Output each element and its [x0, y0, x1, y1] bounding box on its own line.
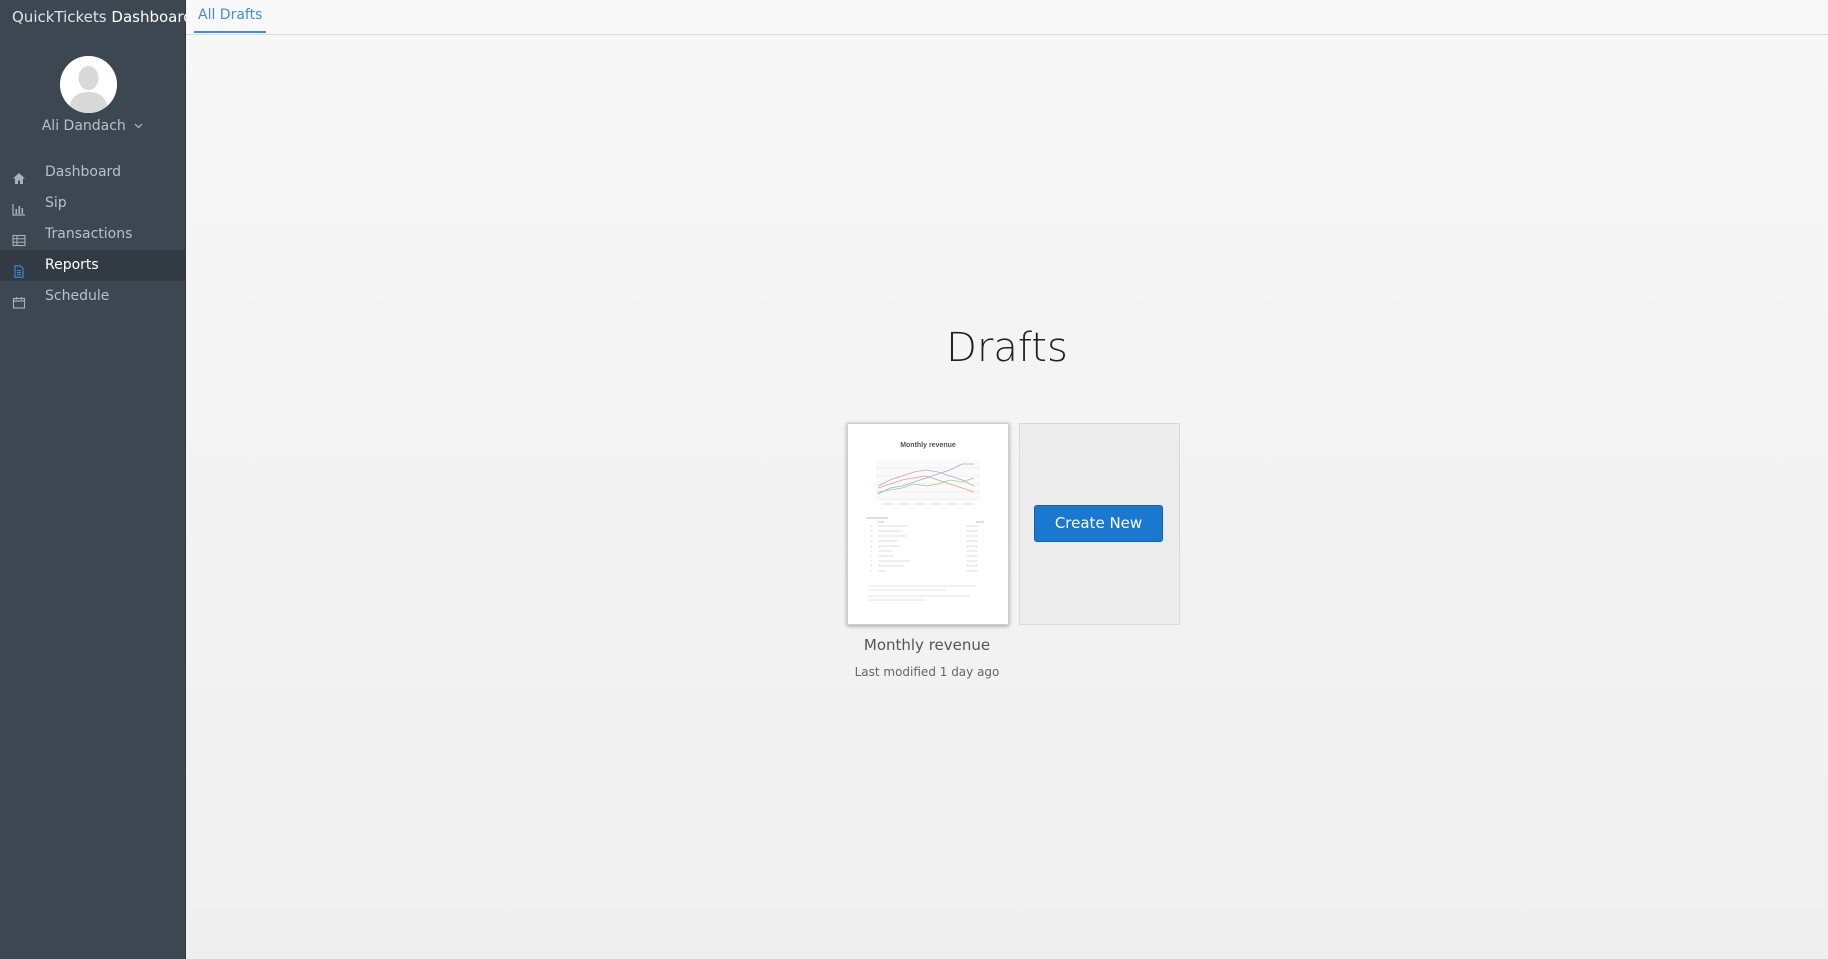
- user-name-label: Ali Dandach: [41, 118, 126, 134]
- draft-thumbnail-title: Monthly revenue: [900, 442, 956, 449]
- main-content: Drafts Monthly revenue Monthly revenue L…: [186, 35, 1828, 959]
- draft-card[interactable]: Monthly revenue: [847, 423, 1009, 625]
- avatar[interactable]: [60, 56, 117, 113]
- sidebar-item-transactions[interactable]: Transactions: [0, 219, 185, 250]
- tab-bar: All Drafts: [186, 0, 1828, 35]
- sidebar-item-label: Dashboard: [45, 164, 121, 180]
- sidebar-item-schedule[interactable]: Schedule: [0, 281, 185, 312]
- draft-modified-date: Last modified 1 day ago: [854, 665, 1000, 679]
- draft-thumbnail-table: [866, 517, 984, 601]
- draft-thumbnail-chart: [876, 460, 980, 505]
- create-new-card: Create New: [1019, 423, 1180, 625]
- chevron-down-icon: [134, 117, 143, 133]
- document-icon: [12, 259, 26, 278]
- brand-name: QuickTickets: [12, 8, 107, 26]
- app-brand[interactable]: QuickTickets Dashboard: [12, 8, 193, 26]
- bar-chart-icon: [12, 197, 26, 216]
- sidebar-nav: Dashboard Sip Transactions Reports Sched…: [0, 157, 185, 312]
- page-title: Drafts: [946, 325, 1068, 371]
- sidebar-item-label: Transactions: [45, 226, 133, 242]
- sidebar-item-label: Reports: [45, 257, 99, 273]
- home-icon: [12, 166, 26, 184]
- draft-name[interactable]: Monthly revenue: [787, 636, 1067, 654]
- sidebar-item-dashboard[interactable]: Dashboard: [0, 157, 185, 188]
- calendar-icon: [12, 290, 26, 309]
- sidebar-item-label: Sip: [45, 195, 67, 211]
- sidebar-item-label: Schedule: [45, 288, 110, 304]
- user-silhouette-icon: [60, 56, 117, 113]
- tab-all-drafts[interactable]: All Drafts: [194, 0, 267, 33]
- sidebar-item-reports[interactable]: Reports: [0, 250, 185, 281]
- sidebar-item-sip[interactable]: Sip: [0, 188, 185, 219]
- create-new-button[interactable]: Create New: [1034, 505, 1163, 542]
- user-menu[interactable]: Ali Dandach: [0, 117, 185, 134]
- sidebar: QuickTickets Dashboard Ali Dandach Dashb…: [0, 0, 193, 959]
- brand-suffix: Dashboard: [111, 8, 193, 26]
- table-icon: [12, 228, 26, 247]
